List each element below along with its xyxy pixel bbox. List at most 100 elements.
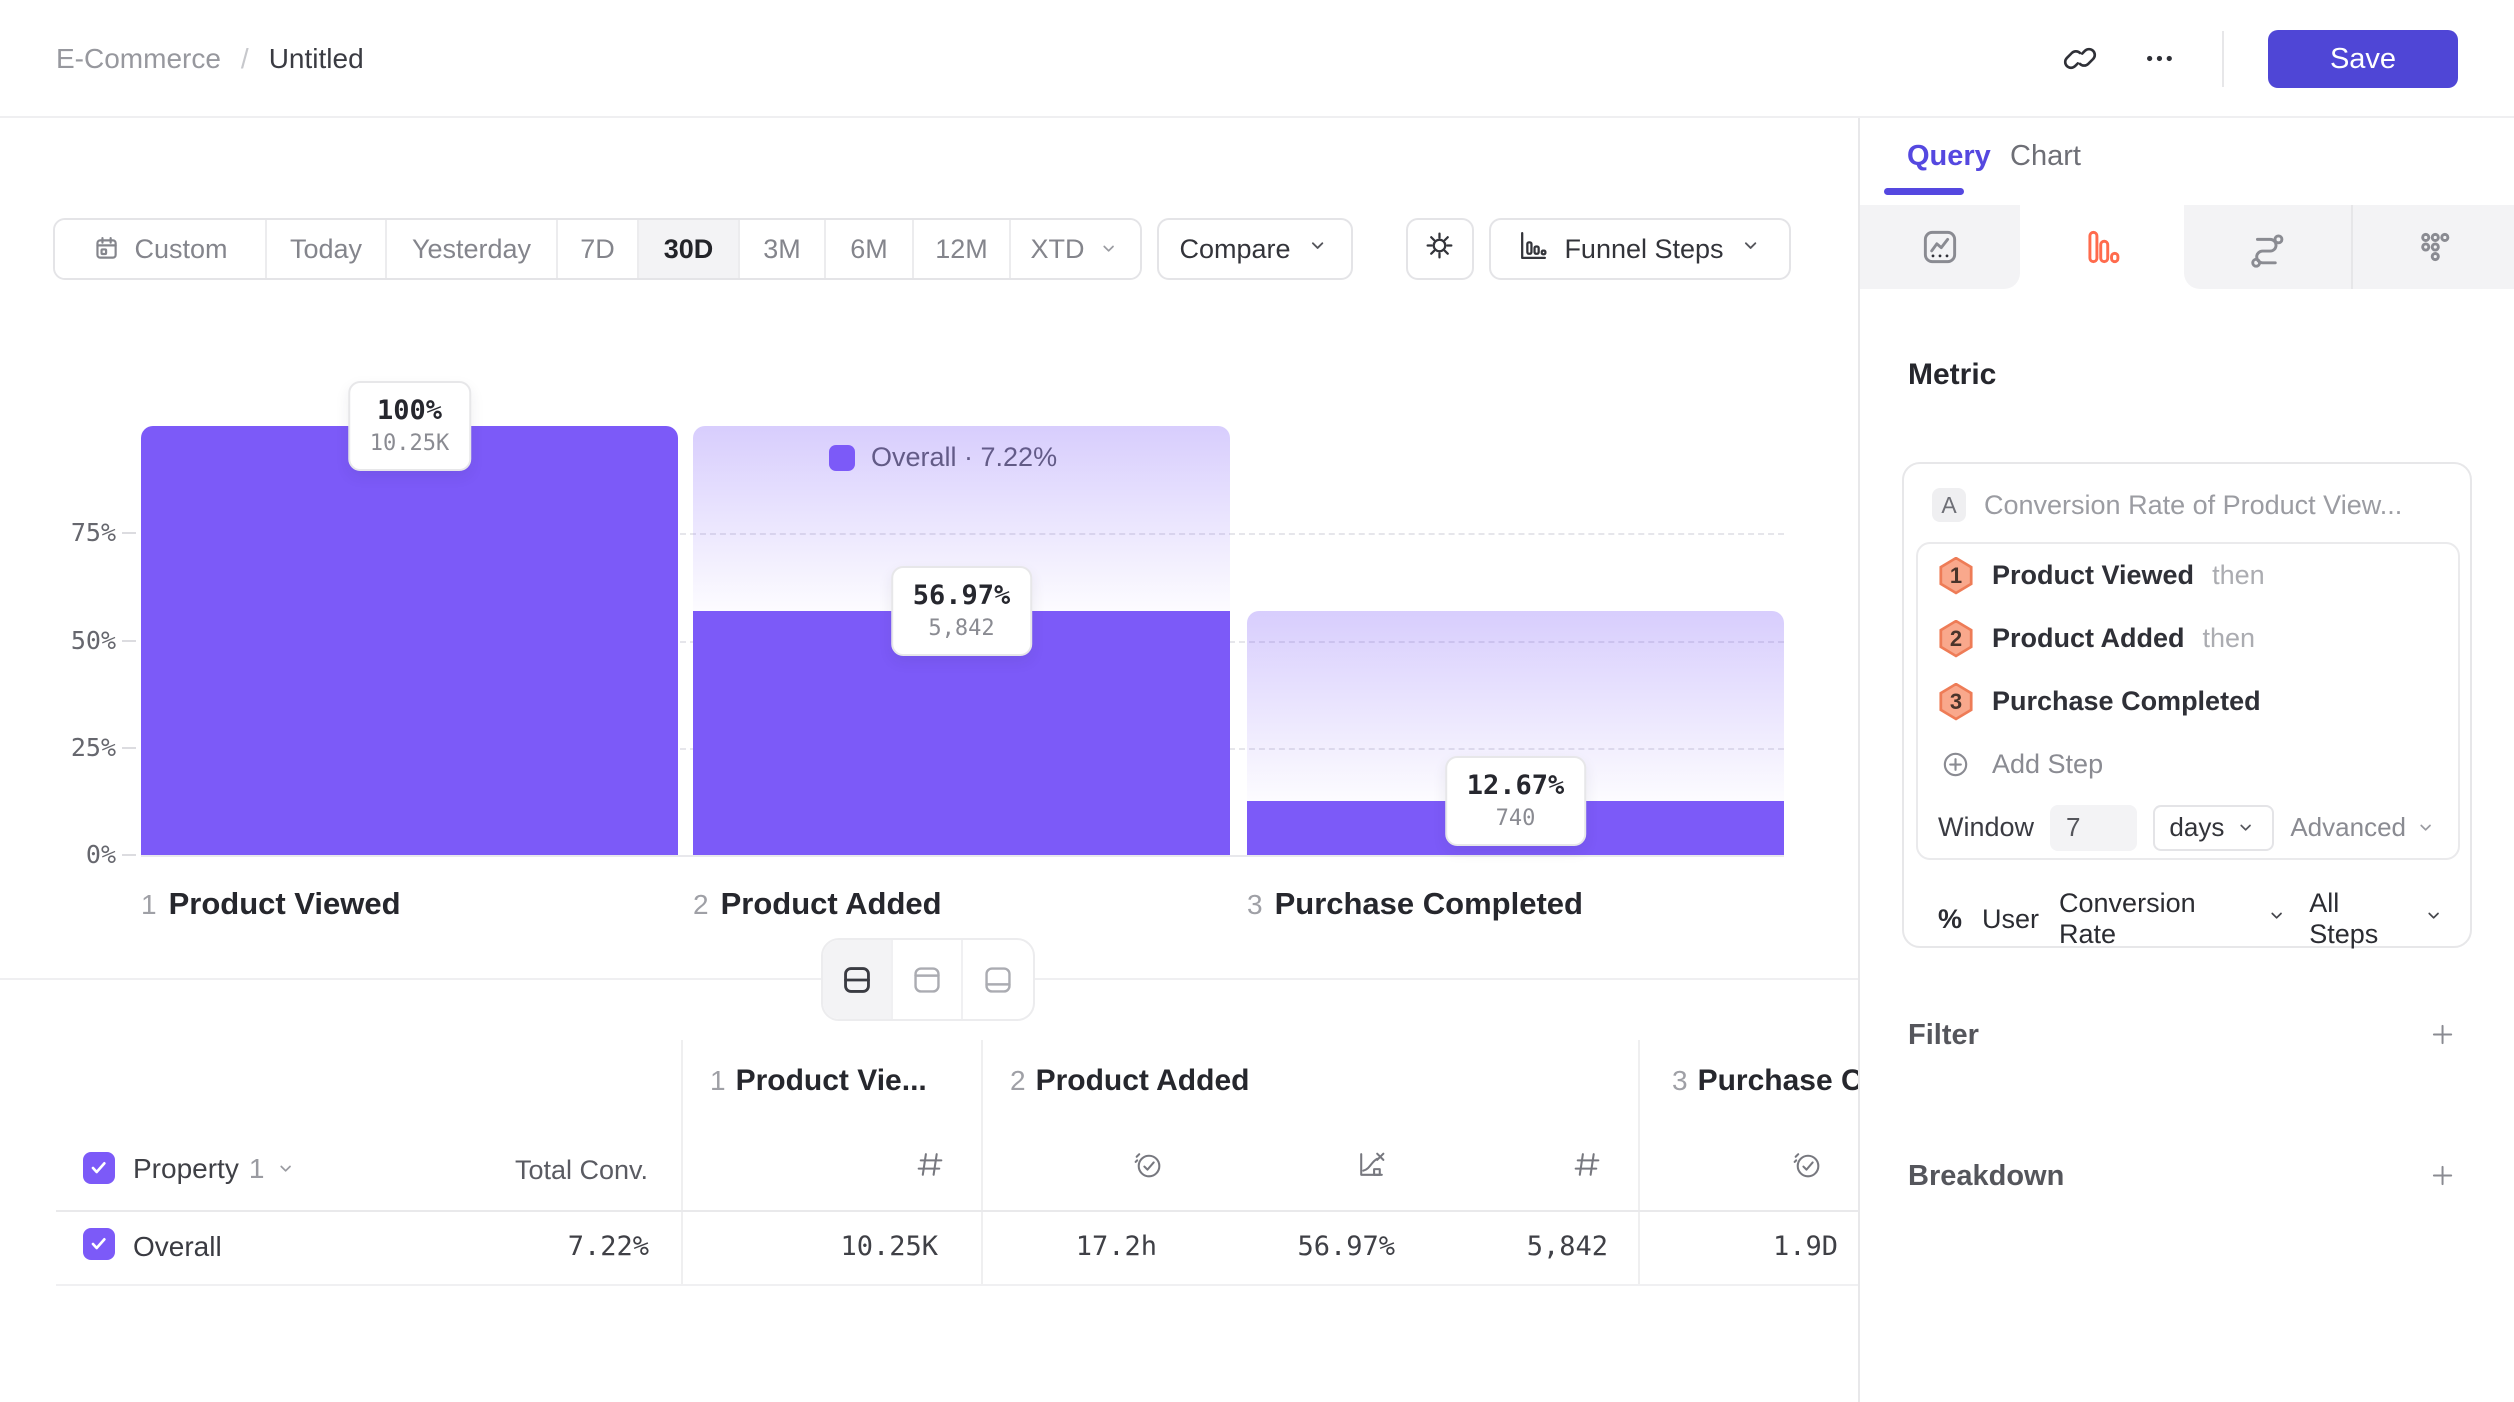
date-range-yesterday[interactable]: Yesterday	[387, 220, 558, 278]
date-range-label: 30D	[664, 234, 714, 265]
tooltip-percent: 56.97%	[913, 578, 1011, 614]
group-step-number: 1	[710, 1065, 726, 1097]
step-event-name: Purchase Completed	[1992, 686, 2261, 717]
chart-type-tab-line-chart[interactable]	[1860, 205, 2020, 289]
tab-chart[interactable]: Chart	[2010, 140, 2081, 173]
window-value-input[interactable]: 7	[2050, 805, 2137, 851]
bar-value-tooltip: 100%10.25K	[348, 381, 471, 471]
chevron-down-icon	[2265, 904, 2289, 935]
chart-type-tab-flow[interactable]	[2184, 205, 2351, 289]
y-axis-label: 50%	[40, 626, 116, 655]
tooltip-percent: 100%	[370, 393, 449, 429]
add-step-label: Add Step	[1992, 749, 2103, 780]
add-filter-button[interactable]	[2428, 1020, 2458, 1050]
date-range-3m[interactable]: 3M	[740, 220, 826, 278]
flow-icon	[2246, 226, 2288, 268]
funnel-step-row-2[interactable]: 2Product Addedthen	[1918, 607, 2458, 670]
measure-type-dropdown[interactable]: Conversion Rate	[2059, 888, 2289, 950]
table-cell-value: 7.22%	[409, 1231, 649, 1262]
date-range-12m[interactable]: 12M	[914, 220, 1011, 278]
chevron-down-icon	[1097, 237, 1121, 261]
chart-view-icon	[909, 962, 945, 998]
breadcrumb-current[interactable]: Untitled	[269, 43, 364, 75]
date-range-label: XTD	[1031, 234, 1085, 265]
row-checkbox-overall[interactable]	[83, 1228, 115, 1260]
group-step-number: 3	[1672, 1065, 1688, 1097]
chart-type-tab-funnel-bars[interactable]	[2020, 205, 2185, 289]
metric-title-row[interactable]: A Conversion Rate of Product View...	[1932, 488, 2446, 522]
active-tab-underline	[1884, 188, 1964, 195]
advanced-toggle[interactable]: Advanced	[2290, 812, 2438, 843]
funnel-bar-step-1[interactable]	[141, 426, 678, 855]
step-axis-label-1[interactable]: 1Product Viewed	[141, 886, 401, 922]
y-axis-tick	[122, 747, 136, 749]
breadcrumb: E-Commerce / Untitled	[56, 0, 364, 118]
add-breakdown-button[interactable]	[2428, 1161, 2458, 1191]
date-range-xtd[interactable]: XTD	[1011, 220, 1140, 278]
breadcrumb-parent[interactable]: E-Commerce	[56, 43, 221, 75]
link-icon	[2062, 41, 2098, 77]
more-options-icon[interactable]	[2142, 41, 2178, 77]
measure-scope[interactable]: User	[1982, 904, 2039, 935]
funnel-step-row-1[interactable]: 1Product Viewedthen	[1918, 544, 2458, 607]
breakdown-section: Breakdown	[1908, 1156, 2458, 1196]
clock-check-icon	[1790, 1148, 1824, 1182]
window-label: Window	[1938, 812, 2034, 843]
toggle-table-view[interactable]	[963, 940, 1033, 1019]
measure-steps-dropdown[interactable]: All Steps	[2309, 888, 2446, 950]
step-number-badge: 2	[1938, 620, 1974, 658]
funnel-analysis-app: E-Commerce / Untitled Save CustomTodayYe…	[0, 0, 2514, 1402]
date-range-7d[interactable]: 7D	[558, 220, 639, 278]
chevron-down-icon	[1738, 233, 1764, 259]
chevron-down-icon	[1305, 233, 1331, 259]
metric-card: A Conversion Rate of Product View... 1Pr…	[1902, 462, 2472, 948]
window-unit-dropdown[interactable]: days	[2153, 805, 2274, 851]
plus-icon	[2428, 1161, 2458, 1191]
select-all-checkbox[interactable]	[83, 1152, 115, 1184]
chevron-down-icon	[2265, 904, 2289, 928]
check-icon	[88, 1233, 110, 1255]
group-step-name: Product Vie...	[736, 1064, 927, 1098]
divider	[2222, 31, 2224, 87]
date-range-6m[interactable]: 6M	[826, 220, 914, 278]
funnel-step-row-3[interactable]: 3Purchase Completed	[1918, 670, 2458, 733]
chart-settings-button[interactable]	[1406, 218, 1474, 280]
date-range-today[interactable]: Today	[267, 220, 387, 278]
step-axis-label-3[interactable]: 3Purchase Completed	[1247, 886, 1583, 922]
tab-query[interactable]: Query	[1907, 140, 1991, 173]
share-link-icon[interactable]	[2062, 41, 2098, 77]
measure-type-label: Conversion Rate	[2059, 888, 2257, 950]
filter-label: Filter	[1908, 1019, 1979, 1052]
funnel-chart-icon	[1516, 229, 1550, 263]
chart-type-tab-dots-grid[interactable]	[2353, 205, 2514, 289]
metric-badge: A	[1932, 488, 1966, 522]
date-range-30d[interactable]: 30D	[639, 220, 740, 278]
toggle-split-view[interactable]	[823, 940, 893, 1019]
add-step-button[interactable]: Add Step	[1918, 733, 2458, 796]
step-name: Product Viewed	[169, 886, 401, 922]
compare-label: Compare	[1179, 234, 1290, 265]
table-cell-value: 56.97%	[1155, 1231, 1395, 1262]
x-axis-line	[141, 855, 1784, 857]
step-axis-label-2[interactable]: 2Product Added	[693, 886, 942, 922]
group-step-name: Product Added	[1036, 1064, 1250, 1098]
save-button[interactable]: Save	[2268, 30, 2458, 88]
property-dropdown[interactable]: Property1	[133, 1152, 298, 1186]
measure-row: % User Conversion Rate All Steps	[1938, 888, 2446, 950]
gear-icon	[1423, 229, 1457, 263]
layout-view-toggle	[821, 938, 1035, 1021]
date-range-custom[interactable]: Custom	[55, 220, 267, 278]
date-range-label: 3M	[763, 234, 801, 265]
split-view-icon	[839, 962, 875, 998]
chart-type-dropdown[interactable]: Funnel Steps	[1489, 218, 1791, 280]
main-content: CustomTodayYesterday7D 30D 3M 6M12M XTD Comp…	[0, 118, 1858, 1402]
step-name: Purchase Completed	[1275, 886, 1583, 922]
step-event-name: Product Viewed	[1992, 560, 2194, 591]
compare-button[interactable]: Compare	[1157, 218, 1353, 280]
y-axis-label: 0%	[40, 840, 116, 869]
calendar-icon	[92, 234, 122, 264]
tooltip-count: 10.25K	[370, 429, 449, 459]
hash-icon	[913, 1148, 947, 1182]
toggle-chart-view[interactable]	[893, 940, 963, 1019]
breakdown-label: Breakdown	[1908, 1160, 2064, 1193]
